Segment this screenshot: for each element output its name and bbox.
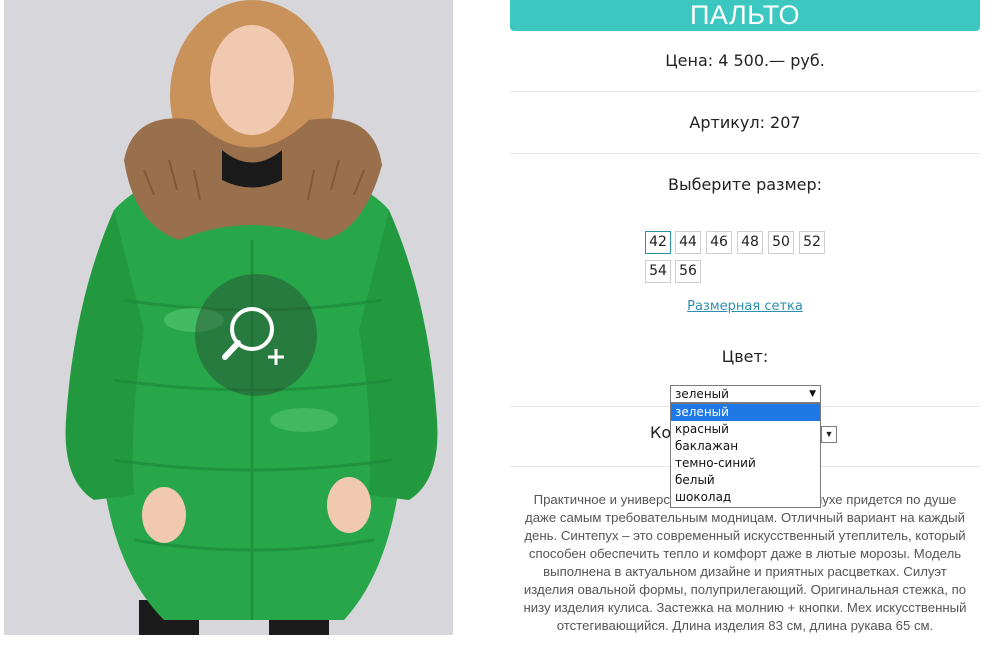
color-option-red[interactable]: красный [671,421,820,438]
size-option-44[interactable]: 44 [675,231,701,254]
quantity-select-arrow[interactable]: ▼ [821,426,837,443]
sku: Артикул: 207 [689,113,801,132]
size-chart-link[interactable]: Размерная сетка [510,299,980,314]
divider [510,91,980,92]
product-photo[interactable] [4,0,453,635]
divider [510,153,980,154]
product-description: Практичное и универсальное пальто на син… [523,492,967,633]
size-option-52[interactable]: 52 [799,231,825,254]
product-details: ПАЛЬТО Цена: 4 500.— руб. Артикул: 207 В… [510,0,980,633]
color-option-eggplant[interactable]: баклажан [671,438,820,455]
size-option-46[interactable]: 46 [706,231,732,254]
color-option-white[interactable]: белый [671,472,820,489]
color-select[interactable]: зеленый ▼ [670,385,821,403]
size-option-48[interactable]: 48 [737,231,763,254]
price: Цена: 4 500.— руб. [665,51,825,70]
chevron-down-icon: ▼ [809,389,816,399]
color-option-navy[interactable]: темно-синий [671,455,820,472]
size-prompt: Выберите размер: [667,175,823,194]
size-option-42[interactable]: 42 [645,231,671,254]
size-option-54[interactable]: 54 [645,260,671,283]
color-option-green[interactable]: зеленый [671,404,820,421]
product-title: ПАЛЬТО [510,0,980,31]
color-select-value: зеленый [675,387,729,401]
size-option-56[interactable]: 56 [675,260,701,283]
color-option-chocolate[interactable]: шоколад [671,489,820,506]
quantity-label: Ко [650,423,672,442]
color-dropdown: зеленый красный баклажан темно-синий бел… [670,403,821,508]
color-prompt: Цвет: [721,347,769,366]
magnifier-plus-icon [222,307,284,365]
size-option-50[interactable]: 50 [768,231,794,254]
zoom-button[interactable] [195,274,317,396]
